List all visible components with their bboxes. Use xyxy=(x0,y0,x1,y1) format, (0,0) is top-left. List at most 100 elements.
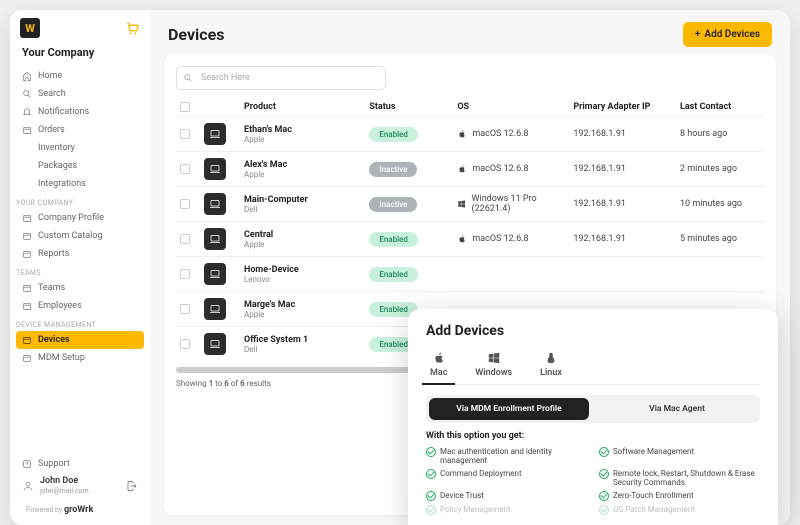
select-all-checkbox[interactable] xyxy=(180,102,190,112)
table-row[interactable]: Main-Computer Dell Inactive Windows 11 P… xyxy=(176,186,764,221)
box-icon xyxy=(22,125,32,135)
table-row[interactable]: Ethan's Mac Apple Enabled macOS 12.6.8 1… xyxy=(176,116,764,151)
cart-icon[interactable] xyxy=(124,20,140,36)
method-via-mdm-enrollment-profile[interactable]: Via MDM Enrollment Profile xyxy=(429,398,589,420)
check-icon xyxy=(426,505,436,515)
col-status: Status xyxy=(369,102,453,112)
status-badge: Enabled xyxy=(369,127,418,142)
plus-icon: + xyxy=(695,29,701,40)
check-icon xyxy=(426,447,436,457)
col-last: Last Contact xyxy=(680,102,764,112)
sidebar-item-notifications[interactable]: Notifications xyxy=(16,103,144,121)
apple-icon xyxy=(457,164,467,174)
sidebar-item-orders[interactable]: Orders xyxy=(16,121,144,139)
row-checkbox[interactable] xyxy=(180,234,190,244)
row-checkbox[interactable] xyxy=(180,129,190,139)
search-input[interactable] xyxy=(176,66,386,90)
help-icon xyxy=(22,459,32,469)
product-name: Alex's Mac xyxy=(244,160,365,170)
dot-icon xyxy=(22,249,32,259)
sidebar-item-support[interactable]: Support xyxy=(16,455,144,473)
table-row[interactable]: Home-Device Lenovo Enabled xyxy=(176,256,764,291)
product-vendor: Lenovo xyxy=(244,275,365,284)
nav-section-company: YOUR COMPANY xyxy=(10,193,150,209)
package-icon xyxy=(22,161,32,171)
apple-icon xyxy=(432,351,446,365)
sidebar-item-mdm-setup[interactable]: MDM Setup xyxy=(16,349,144,367)
sidebar-item-custom-catalog[interactable]: Custom Catalog xyxy=(16,227,144,245)
powered-by: Powered by groWrk xyxy=(16,499,144,517)
sidebar-item-search[interactable]: Search xyxy=(16,85,144,103)
sidebar-item-employees[interactable]: Employees xyxy=(16,297,144,315)
os-text: macOS 12.6.8 xyxy=(472,129,528,139)
table-row[interactable]: Central Apple Enabled macOS 12.6.8 192.1… xyxy=(176,221,764,256)
option-heading: With this option you get: xyxy=(426,431,760,441)
tab-windows[interactable]: Windows xyxy=(471,349,516,384)
feature-item: Policy Management xyxy=(426,505,587,515)
windows-icon xyxy=(487,351,501,365)
method-via-mac-agent[interactable]: Via Mac Agent xyxy=(597,398,757,420)
bell-icon xyxy=(22,107,32,117)
last-contact-text: 5 minutes ago xyxy=(680,234,764,244)
row-checkbox[interactable] xyxy=(180,269,190,279)
dot-icon xyxy=(22,335,32,345)
product-name: Central xyxy=(244,230,365,240)
sidebar-item-integrations[interactable]: Integrations xyxy=(16,175,144,193)
check-icon xyxy=(599,491,609,501)
last-contact-text: 8 hours ago xyxy=(680,129,764,139)
sidebar-item-reports[interactable]: Reports xyxy=(16,245,144,263)
device-icon xyxy=(204,263,226,285)
os-text: Windows 11 Pro (22621.4) xyxy=(472,194,570,214)
support-label: Support xyxy=(38,459,70,469)
search-icon xyxy=(22,89,32,99)
plug-icon xyxy=(22,179,32,189)
feature-item: Command Deployment xyxy=(426,469,587,487)
os-text: macOS 12.6.8 xyxy=(472,234,528,244)
product-vendor: Dell xyxy=(244,205,365,214)
sidebar-item-company-profile[interactable]: Company Profile xyxy=(16,209,144,227)
ip-text: 192.168.1.91 xyxy=(573,129,676,139)
table-row[interactable]: Alex's Mac Apple Inactive macOS 12.6.8 1… xyxy=(176,151,764,186)
page-title: Devices xyxy=(168,25,224,44)
device-icon xyxy=(204,193,226,215)
sidebar: W Your Company Home Search Notifications… xyxy=(10,10,150,525)
home-icon xyxy=(22,71,32,81)
tab-mac[interactable]: Mac xyxy=(426,349,451,384)
sidebar-item-teams[interactable]: Teams xyxy=(16,279,144,297)
sidebar-item-home[interactable]: Home xyxy=(16,67,144,85)
check-icon xyxy=(426,469,436,479)
last-contact-text: 10 minutes ago xyxy=(680,199,764,209)
product-name: Office System 1 xyxy=(244,335,365,345)
dot-icon xyxy=(22,353,32,363)
user-icon xyxy=(22,480,34,492)
col-os: OS xyxy=(457,102,569,112)
product-name: Main-Computer xyxy=(244,195,365,205)
row-checkbox[interactable] xyxy=(180,199,190,209)
tab-linux[interactable]: Linux xyxy=(536,349,566,384)
status-badge: Enabled xyxy=(369,232,418,247)
sidebar-item-devices[interactable]: Devices xyxy=(16,331,144,349)
dot-icon xyxy=(22,231,32,241)
user-email: john@mail.com xyxy=(40,487,89,495)
add-devices-button[interactable]: + Add Devices xyxy=(683,22,772,47)
row-checkbox[interactable] xyxy=(180,339,190,349)
row-checkbox[interactable] xyxy=(180,304,190,314)
dot-icon xyxy=(22,283,32,293)
row-checkbox[interactable] xyxy=(180,164,190,174)
product-name: Home-Device xyxy=(244,265,365,275)
product-name: Ethan's Mac xyxy=(244,125,365,135)
sidebar-item-inventory[interactable]: Inventory xyxy=(16,139,144,157)
logout-icon[interactable] xyxy=(126,480,138,492)
sidebar-item-packages[interactable]: Packages xyxy=(16,157,144,175)
feature-item: OS Patch Management xyxy=(599,505,760,515)
company-name: Your Company xyxy=(10,46,150,67)
device-icon xyxy=(204,228,226,250)
check-icon xyxy=(599,505,609,515)
status-badge: Inactive xyxy=(369,197,417,212)
apple-icon xyxy=(457,234,467,244)
nav-section-device: DEVICE MANAGEMENT xyxy=(10,315,150,331)
user-row[interactable]: John Doe john@mail.com xyxy=(16,473,144,499)
feature-item: Device Trust xyxy=(426,491,587,501)
last-contact-text: 2 minutes ago xyxy=(680,164,764,174)
linux-icon xyxy=(544,351,558,365)
